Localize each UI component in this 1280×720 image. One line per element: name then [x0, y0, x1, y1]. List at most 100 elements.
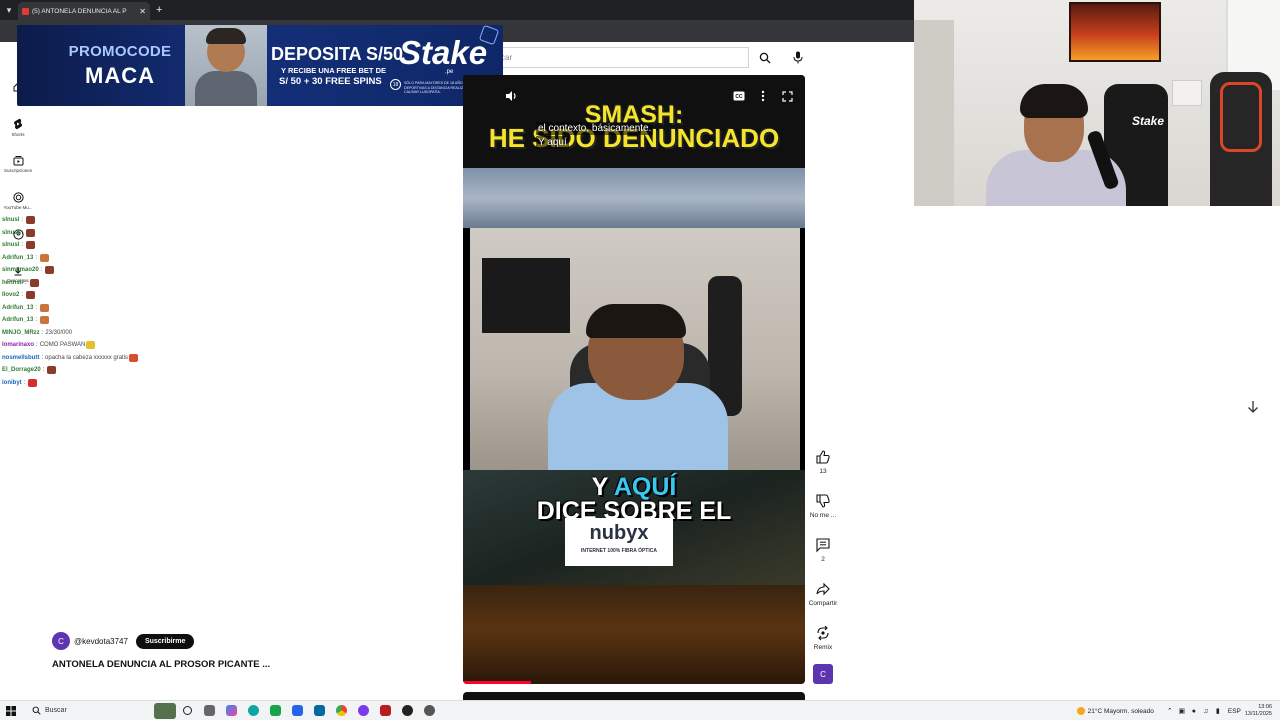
chat-separator: :: [35, 254, 38, 261]
nav-subscriptions[interactable]: Suscripciones: [0, 155, 36, 173]
nav-shorts[interactable]: Shorts: [0, 118, 36, 137]
subscribe-button[interactable]: Suscribirme: [135, 633, 195, 649]
next-video-button[interactable]: [1244, 398, 1262, 416]
taskbar-app-blue[interactable]: [286, 702, 308, 720]
taskbar-file-explorer[interactable]: [198, 702, 220, 720]
taskbar-app-purple[interactable]: [352, 702, 374, 720]
chat-text: COMO PASWAN: [39, 342, 86, 349]
chat-username[interactable]: slnusl: [2, 217, 19, 223]
chat-separator: :: [21, 217, 24, 224]
speaker-icon[interactable]: ♫: [1200, 708, 1212, 715]
svg-text:CC: CC: [735, 94, 743, 100]
ad-person-image: [185, 25, 267, 106]
chat-message: Adrifun_13:: [2, 314, 202, 327]
taskbar-search[interactable]: Buscar: [28, 703, 128, 719]
video-title[interactable]: ANTONELA DENUNCIA AL PROSOR PICANTE ...: [52, 659, 270, 670]
taskbar-apps: [154, 702, 440, 720]
youtube-music-icon: [12, 192, 24, 203]
chat-username[interactable]: Ilovo2: [2, 292, 19, 298]
chat-username[interactable]: MINJO_MRzz: [2, 330, 40, 336]
closed-captions-icon: CC: [733, 91, 745, 101]
chat-emote-icon: [29, 278, 39, 287]
chat-emote-icon: [26, 228, 36, 237]
chat-message: lomarinaxo: COMO PASWAN: [2, 339, 202, 352]
chat-separator: :: [21, 292, 24, 299]
taskbar-app-green[interactable]: [264, 702, 286, 720]
taskbar-chrome[interactable]: [330, 702, 352, 720]
chat-emote-icon: [129, 353, 139, 362]
shorts-player[interactable]: SMASH: HE SIDO DENUNCIADO el contexto, b…: [463, 75, 805, 684]
fullscreen-button[interactable]: [779, 89, 795, 103]
chat-username[interactable]: nosmellsbutt: [2, 355, 39, 361]
weather-text: 21°C Mayorm. soleado: [1087, 707, 1154, 715]
chevron-up-icon[interactable]: ⌃: [1164, 707, 1176, 715]
like-button[interactable]: 13: [806, 449, 840, 475]
volume-button[interactable]: [503, 89, 519, 103]
taskbar-edge[interactable]: [242, 702, 264, 720]
chat-username[interactable]: Adrifun_13: [2, 305, 33, 311]
fire-painting: [1069, 2, 1161, 62]
dislike-button[interactable]: No me ...: [806, 493, 840, 519]
new-tab-button[interactable]: +: [156, 4, 162, 16]
taskbar-copilot[interactable]: [220, 702, 242, 720]
chat-emote-icon: [86, 341, 96, 350]
chat-message: Adrifun_13:: [2, 252, 202, 265]
chat-username[interactable]: Adrifun_13: [2, 317, 33, 323]
channel-handle[interactable]: @kevdota3747: [74, 637, 128, 646]
chat-emote-icon: [26, 216, 36, 225]
search-input[interactable]: car: [460, 47, 749, 68]
chat-username[interactable]: sinmumao20: [2, 267, 39, 273]
chat-emote-icon: [45, 266, 55, 275]
microphone-tray-icon[interactable]: ●: [1188, 708, 1200, 715]
close-tab-icon[interactable]: ✕: [139, 7, 146, 16]
battery-icon[interactable]: ▮: [1212, 707, 1224, 715]
channel-row: C @kevdota3747 Suscribirme: [52, 632, 195, 650]
chat-message: MINJO_MRzz:23/30/000: [2, 327, 202, 340]
chat-message: slnusl:: [2, 214, 202, 227]
voice-search-button[interactable]: [788, 47, 808, 68]
video-bottom-section: [463, 585, 805, 684]
chat-separator: :: [35, 317, 38, 324]
search-button[interactable]: [749, 47, 781, 68]
chat-message: Adrifun_13:: [2, 302, 202, 315]
more-options-button[interactable]: [755, 89, 771, 103]
captions-button[interactable]: CC: [731, 89, 747, 103]
taskbar-app-gray[interactable]: [418, 702, 440, 720]
chat-separator: :: [25, 279, 27, 286]
remix-button[interactable]: Remix: [806, 625, 840, 651]
start-button[interactable]: [0, 701, 22, 720]
network-icon[interactable]: ▣: [1176, 707, 1188, 715]
stream-chat: slnusl: slnusl: slnusl: Adrifun_13: sinmumao…: [2, 214, 202, 389]
taskbar-widget-game[interactable]: [154, 702, 176, 720]
tab-search-chevron-icon[interactable]: ▾: [0, 0, 18, 20]
chat-username[interactable]: lomarinaxo: [2, 342, 34, 348]
search-icon: [32, 706, 41, 715]
stake-logo-suffix: .pe: [445, 69, 454, 75]
share-button[interactable]: Compartir: [806, 581, 840, 607]
clock-date: 13/11/2025: [1244, 711, 1272, 717]
chat-username[interactable]: lonibyt: [2, 380, 22, 386]
streamer-webcam-frame: [470, 228, 800, 470]
taskbar-app-red[interactable]: [374, 702, 396, 720]
chat-username[interactable]: Adrifun_13: [2, 255, 33, 261]
clock[interactable]: 13:06 13/11/2025: [1245, 704, 1272, 718]
weather-widget[interactable]: 21°C Mayorm. soleado: [1076, 707, 1154, 715]
chat-separator: :: [41, 354, 44, 361]
stake-ad-banner[interactable]: PROMOCODE MACA DEPOSITA S/50 Y RECIBE UN…: [17, 25, 503, 106]
chat-username[interactable]: slnusl: [2, 230, 19, 236]
chat-username[interactable]: hennsil: [2, 280, 23, 286]
browser-tab[interactable]: (5) ANTONELA DENUNCIA AL P ✕: [18, 2, 150, 20]
nav-youtube-music[interactable]: YouTube Mu...: [0, 192, 36, 210]
streamer-webcam-overlay: Stake: [914, 0, 1280, 206]
video-progress-bar[interactable]: [463, 681, 532, 684]
taskbar-app-teal[interactable]: [308, 702, 330, 720]
comments-button[interactable]: 2: [806, 537, 840, 563]
chat-username[interactable]: El_Dorrage20: [2, 367, 41, 373]
language-indicator[interactable]: ESP: [1228, 708, 1241, 715]
share-label: Compartir: [808, 600, 838, 607]
channel-avatar[interactable]: C: [52, 632, 70, 650]
taskbar-task-view[interactable]: [176, 702, 198, 720]
audio-source-avatar[interactable]: C: [813, 664, 833, 684]
chat-username[interactable]: slnusl: [2, 242, 19, 248]
taskbar-app-dark[interactable]: [396, 702, 418, 720]
